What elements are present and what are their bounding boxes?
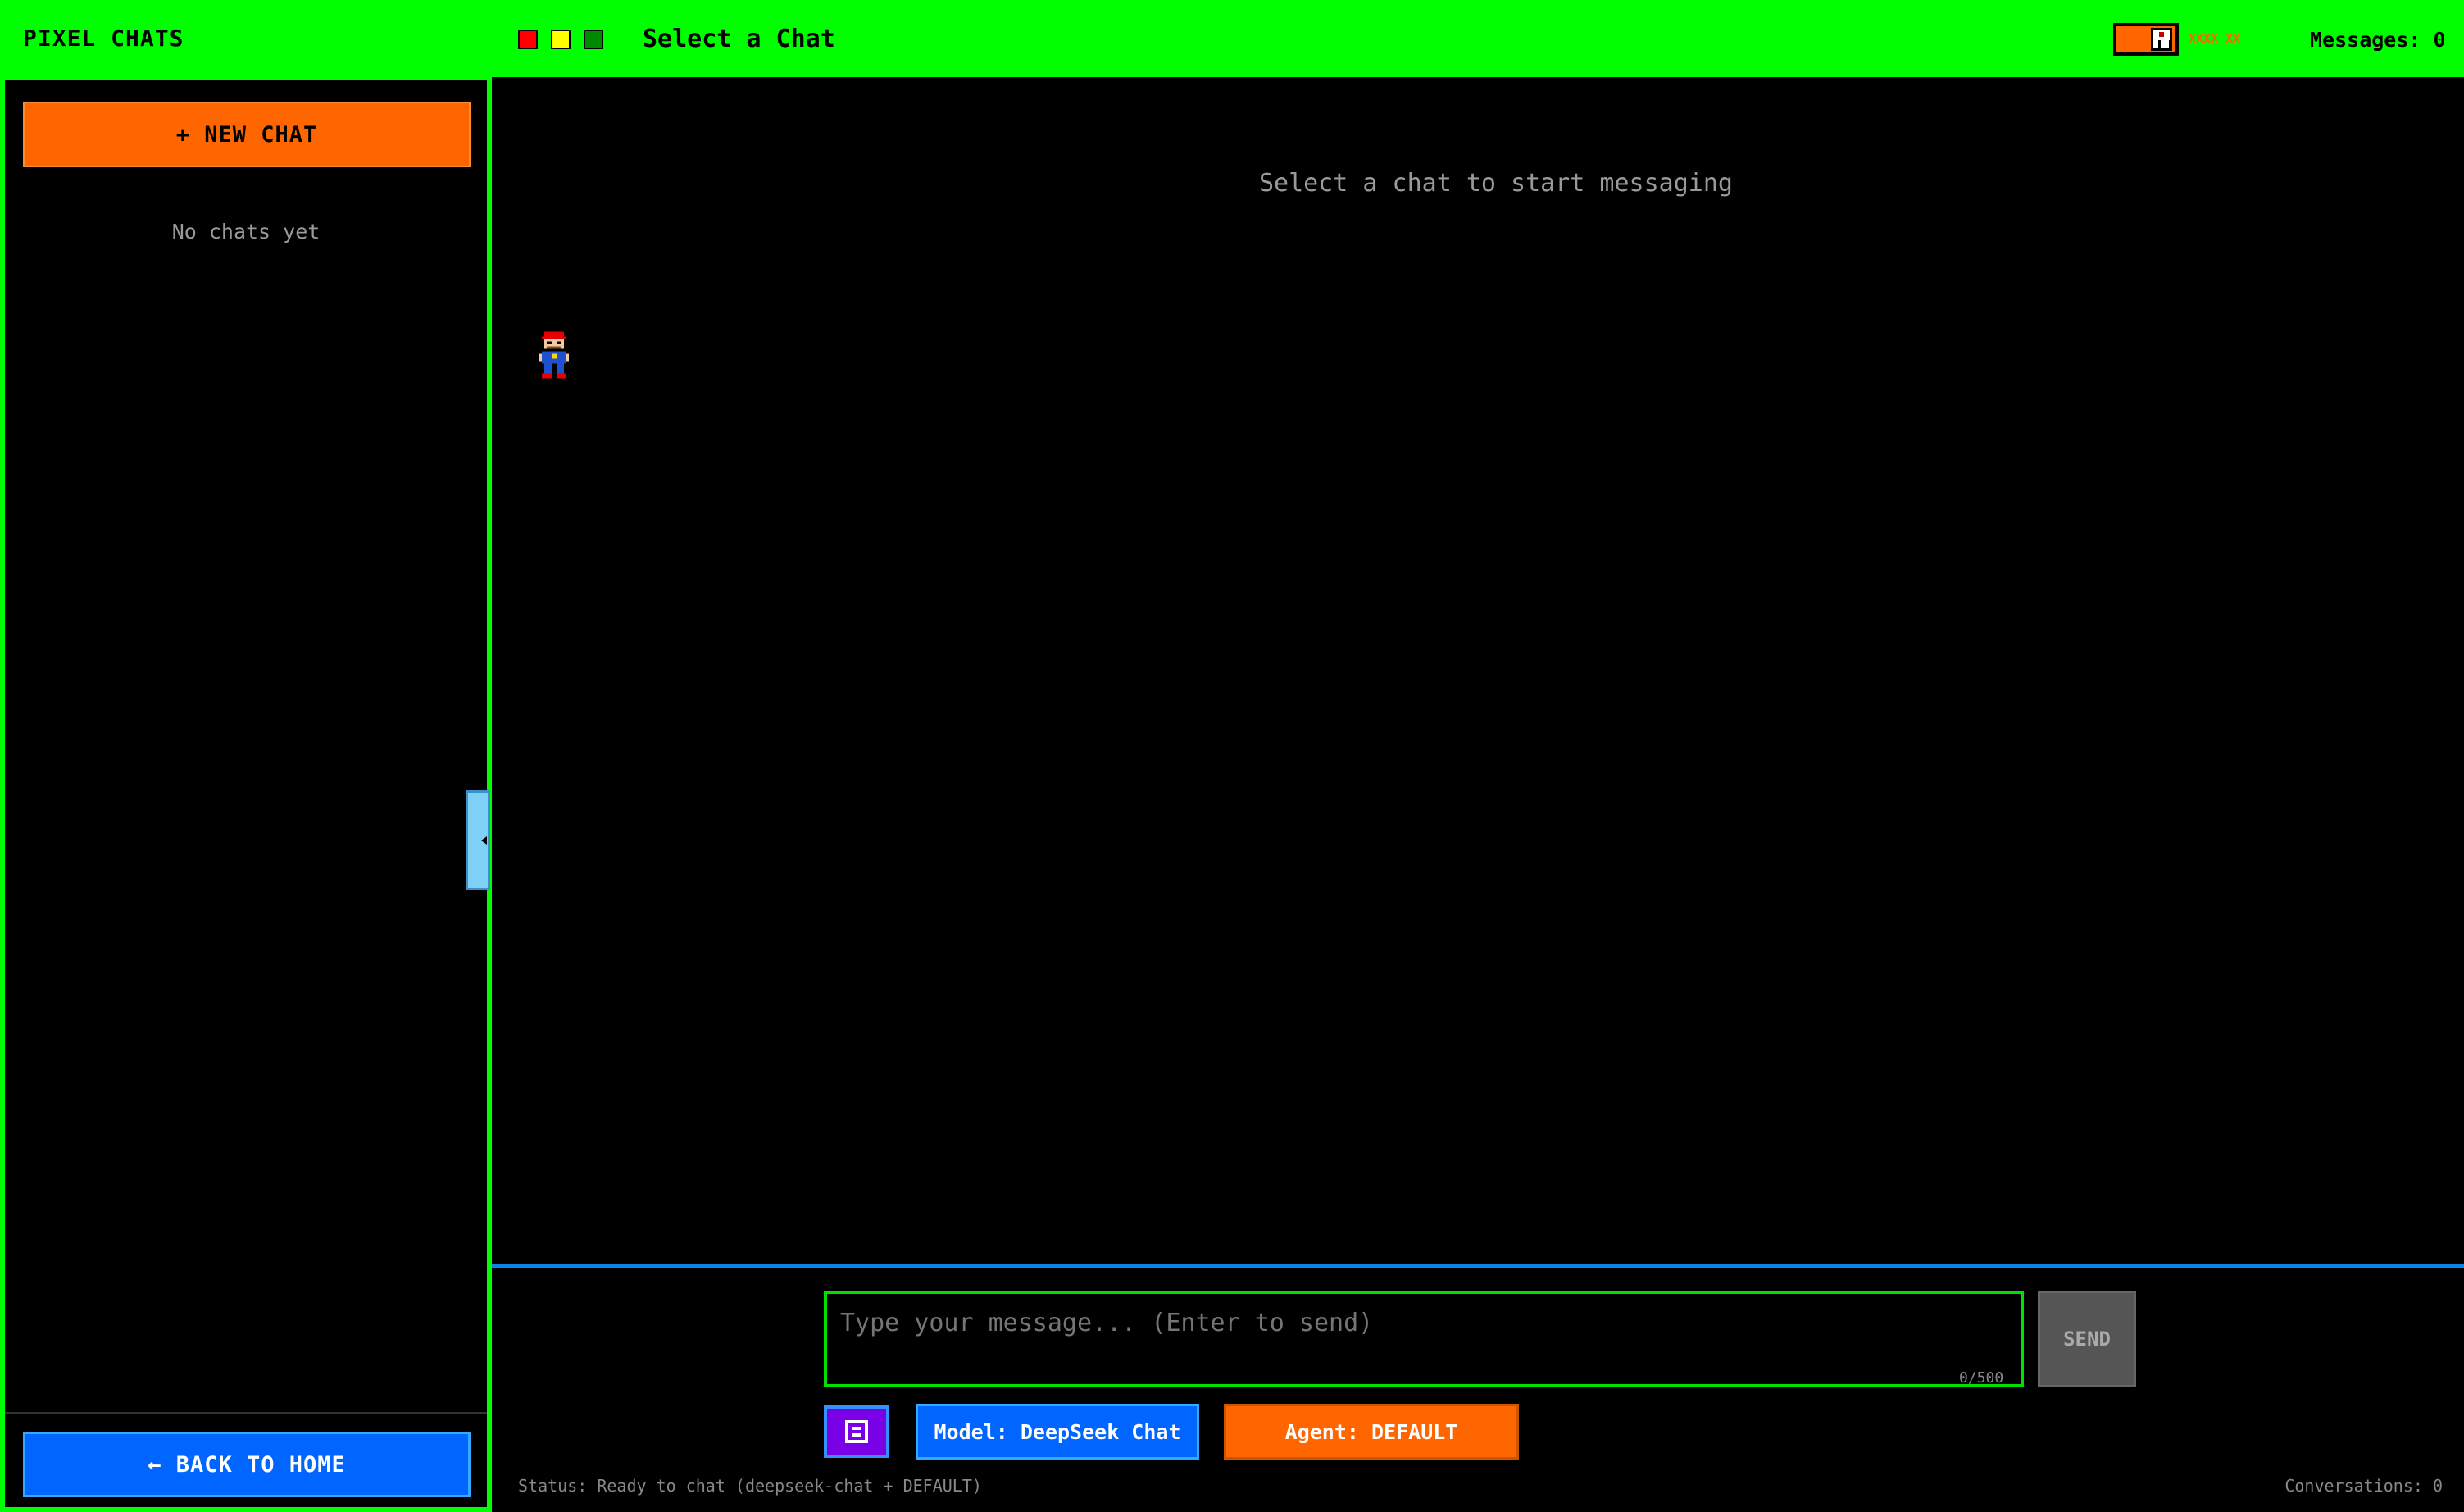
save-button[interactable]: [824, 1405, 889, 1458]
character-count: 0/500: [1959, 1369, 2004, 1387]
send-button[interactable]: SEND: [2038, 1291, 2136, 1387]
model-selector-button[interactable]: Model: DeepSeek Chat: [916, 1404, 1199, 1460]
composer-divider: [492, 1264, 2464, 1268]
conversations-count: Conversations: 0: [2284, 1476, 2443, 1496]
empty-chat-prompt: Select a chat to start messaging: [1259, 169, 1733, 198]
pixel-character-icon: [539, 331, 569, 379]
empty-chats-message: No chats yet: [171, 220, 321, 244]
status-text: Status: Ready to chat (deepseek-chat + D…: [518, 1476, 982, 1496]
messages-count: Messages: 0: [2310, 28, 2446, 52]
message-input[interactable]: [824, 1291, 2024, 1387]
sidebar-divider: [5, 1412, 487, 1414]
battery-indicator: [2113, 23, 2179, 56]
yellow-square-icon[interactable]: [551, 30, 571, 49]
battery-icon: [2151, 28, 2172, 51]
chat-title: Select a Chat: [643, 25, 835, 53]
top-bar: PIXEL CHATS Select a Chat XXXX XX Messag…: [0, 0, 2464, 77]
red-square-icon[interactable]: [518, 30, 538, 49]
app-title: PIXEL CHATS: [23, 25, 184, 52]
collapse-sidebar-icon[interactable]: [466, 790, 490, 890]
battery-label: XXXX XX: [2189, 31, 2241, 46]
green-square-icon[interactable]: [584, 30, 603, 49]
save-icon: [845, 1420, 868, 1443]
new-chat-button[interactable]: + NEW CHAT: [23, 102, 471, 167]
back-to-home-button[interactable]: ← BACK TO HOME: [23, 1432, 471, 1497]
sidebar: + NEW CHAT No chats yet ← BACK TO HOME: [0, 77, 492, 1512]
agent-selector-button[interactable]: Agent: DEFAULT: [1224, 1404, 1519, 1460]
